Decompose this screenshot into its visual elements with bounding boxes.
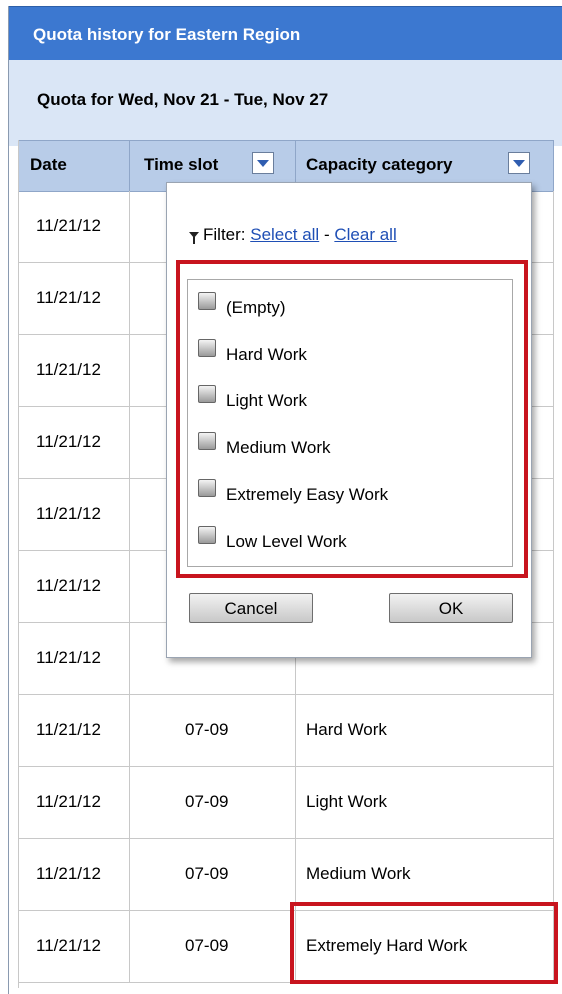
table-row[interactable]: 11/21/12 07-09 Light Work (18, 767, 554, 839)
date-cell: 11/21/12 (18, 695, 130, 766)
clear-all-link[interactable]: Clear all (334, 225, 396, 244)
date-cell: 11/21/12 (18, 263, 130, 334)
ok-button[interactable]: OK (389, 593, 513, 623)
time-slot-cell: 07-09 (130, 767, 296, 838)
funnel-icon (189, 232, 199, 244)
date-cell: 11/21/12 (18, 839, 130, 910)
table-row[interactable]: 11/21/12 07-09 Hard Work (18, 695, 554, 767)
highlight-box-extremely-hard-work (290, 902, 558, 984)
capacity-category-cell: Hard Work (296, 695, 554, 766)
time-slot-filter-dropdown-icon[interactable] (252, 152, 274, 174)
filter-line: Filter: Select all - Clear all (189, 225, 397, 245)
time-slot-cell: 07-09 (130, 695, 296, 766)
window-title: Quota history for Eastern Region (33, 25, 301, 44)
date-cell: 11/21/12 (18, 479, 130, 550)
time-slot-cell: 07-09 (130, 911, 296, 982)
quota-period-label: Quota for Wed, Nov 21 - Tue, Nov 27 (37, 90, 329, 109)
date-cell: 11/21/12 (18, 407, 130, 478)
capacity-category-cell: Medium Work (296, 839, 554, 910)
capacity-category-filter-dropdown-icon[interactable] (508, 152, 530, 174)
date-cell: 11/21/12 (18, 191, 130, 262)
time-slot-cell: 07-09 (130, 839, 296, 910)
quota-period-header: Quota for Wed, Nov 21 - Tue, Nov 27 (9, 60, 562, 146)
date-cell: 11/21/12 (18, 911, 130, 982)
link-separator: - (323, 225, 330, 244)
date-cell: 11/21/12 (18, 623, 130, 694)
table-row[interactable]: 11/21/12 07-09 Medium Work (18, 839, 554, 911)
date-cell: 11/21/12 (18, 551, 130, 622)
date-cell: 11/21/12 (18, 767, 130, 838)
filter-label: Filter: (203, 225, 246, 244)
grid-gap-mark (538, 380, 540, 406)
select-all-link[interactable]: Select all (250, 225, 319, 244)
highlight-box-filter-options (176, 260, 528, 578)
cancel-button[interactable]: Cancel (189, 593, 313, 623)
window-titlebar: Quota history for Eastern Region (9, 6, 562, 60)
date-cell: 11/21/12 (18, 335, 130, 406)
column-header-date[interactable]: Date (18, 141, 130, 191)
capacity-category-cell: Light Work (296, 767, 554, 838)
